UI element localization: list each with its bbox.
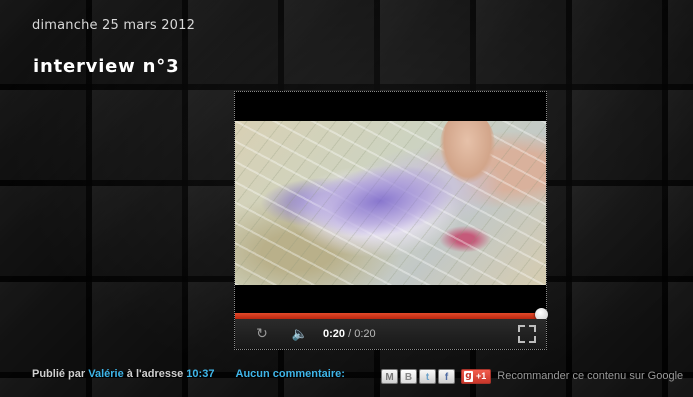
facebook-share-icon[interactable]: f: [438, 368, 455, 384]
blog-share-icon[interactable]: B: [400, 368, 417, 384]
recommend-text: Recommander ce contenu sur Google: [497, 370, 684, 382]
video-player[interactable]: ↻ 🔈 0:20 / 0:20: [234, 91, 548, 350]
share-bar: M B t f g +1 Recommander ce contenu sur …: [381, 367, 683, 385]
volume-icon[interactable]: 🔈: [285, 327, 315, 342]
control-bar: ↻ 🔈 0:20 / 0:20: [235, 319, 546, 349]
post-date: dimanche 25 mars 2012: [32, 18, 196, 33]
post-footer: Publié par Valérie à l'adresse 10:37 Auc…: [32, 368, 345, 386]
google-plusone-button[interactable]: g +1: [461, 368, 492, 384]
video-hand: [440, 121, 495, 183]
time-separator: /: [345, 328, 355, 340]
total-time: 0:20: [354, 328, 376, 340]
post-title[interactable]: interview n°3: [33, 56, 179, 77]
google-plusone-icon: g: [464, 370, 473, 382]
replay-icon[interactable]: ↻: [247, 326, 277, 342]
comments-link[interactable]: Aucun commentaire:: [236, 368, 345, 380]
video-frame[interactable]: [235, 121, 546, 285]
video-controls: ↻ 🔈 0:20 / 0:20: [235, 308, 548, 349]
post-time-link[interactable]: 10:37: [186, 368, 214, 380]
published-by-label: Publié par: [32, 368, 86, 381]
plusone-label: +1: [476, 371, 487, 381]
time-display: 0:20 / 0:20: [323, 328, 376, 340]
at-address-label: à l'adresse: [126, 368, 184, 381]
email-share-icon[interactable]: M: [381, 368, 398, 384]
current-time: 0:20: [323, 328, 346, 340]
author-link[interactable]: Valérie: [88, 368, 123, 380]
twitter-share-icon[interactable]: t: [419, 368, 436, 384]
fullscreen-icon[interactable]: [518, 325, 536, 343]
